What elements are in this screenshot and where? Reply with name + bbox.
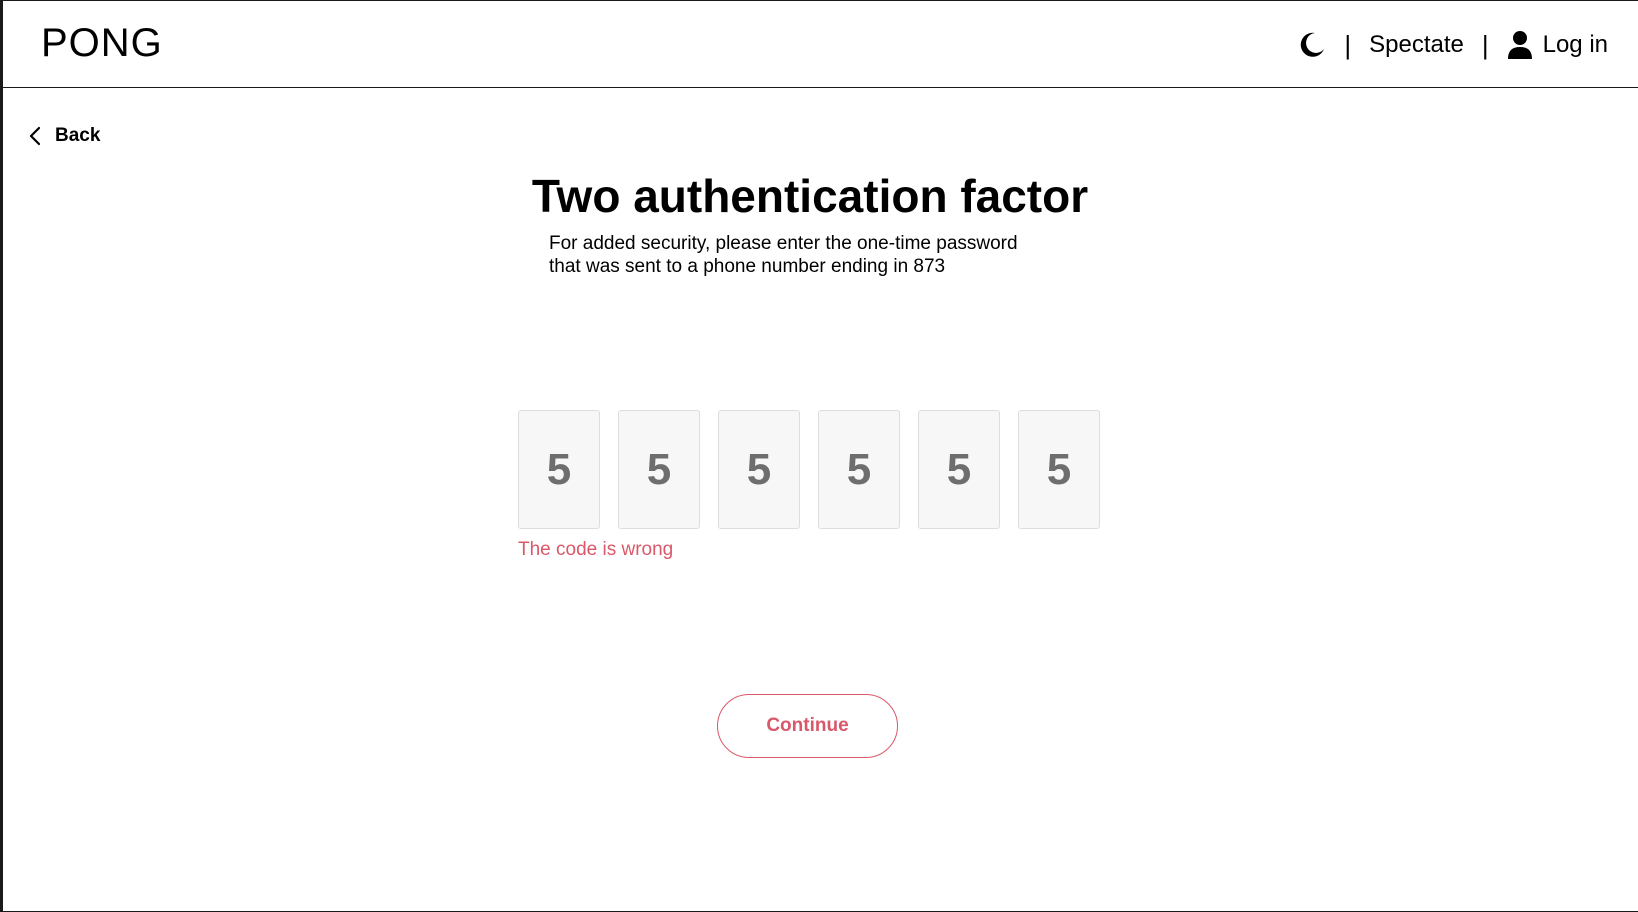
app-window: PONG | Spectate | Log in Back Two authen…: [0, 0, 1638, 912]
user-icon: [1507, 30, 1533, 60]
login-label: Log in: [1542, 31, 1608, 58]
back-button[interactable]: Back: [28, 125, 100, 147]
page-title: Two authentication factor: [531, 170, 1089, 222]
header-nav: | Spectate | Log in: [1296, 26, 1608, 64]
otp-digit-4[interactable]: 5: [818, 410, 900, 529]
page-subtitle: For added security, please enter the one…: [549, 232, 1109, 278]
logo[interactable]: PONG: [41, 21, 163, 66]
subtitle-line-1: For added security, please enter the one…: [549, 233, 1018, 254]
continue-button[interactable]: Continue: [717, 694, 898, 758]
otp-digit-2[interactable]: 5: [618, 410, 700, 529]
moon-icon[interactable]: [1296, 30, 1326, 60]
back-label: Back: [55, 125, 101, 146]
otp-input-group: 5 5 5 5 5 5: [518, 410, 1100, 529]
subtitle-line-2: that was sent to a phone number ending i…: [549, 256, 946, 277]
otp-digit-6[interactable]: 5: [1018, 410, 1100, 529]
otp-digit-5[interactable]: 5: [918, 410, 1000, 529]
otp-digit-1[interactable]: 5: [518, 410, 600, 529]
otp-digit-3[interactable]: 5: [718, 410, 800, 529]
top-header: PONG | Spectate | Log in: [3, 1, 1638, 88]
nav-separator: |: [1481, 29, 1489, 60]
login-link[interactable]: Log in: [1507, 30, 1608, 60]
error-message: The code is wrong: [518, 539, 674, 560]
chevron-left-icon: [28, 126, 42, 146]
nav-separator: |: [1344, 29, 1352, 60]
spectate-link[interactable]: Spectate: [1369, 31, 1464, 59]
